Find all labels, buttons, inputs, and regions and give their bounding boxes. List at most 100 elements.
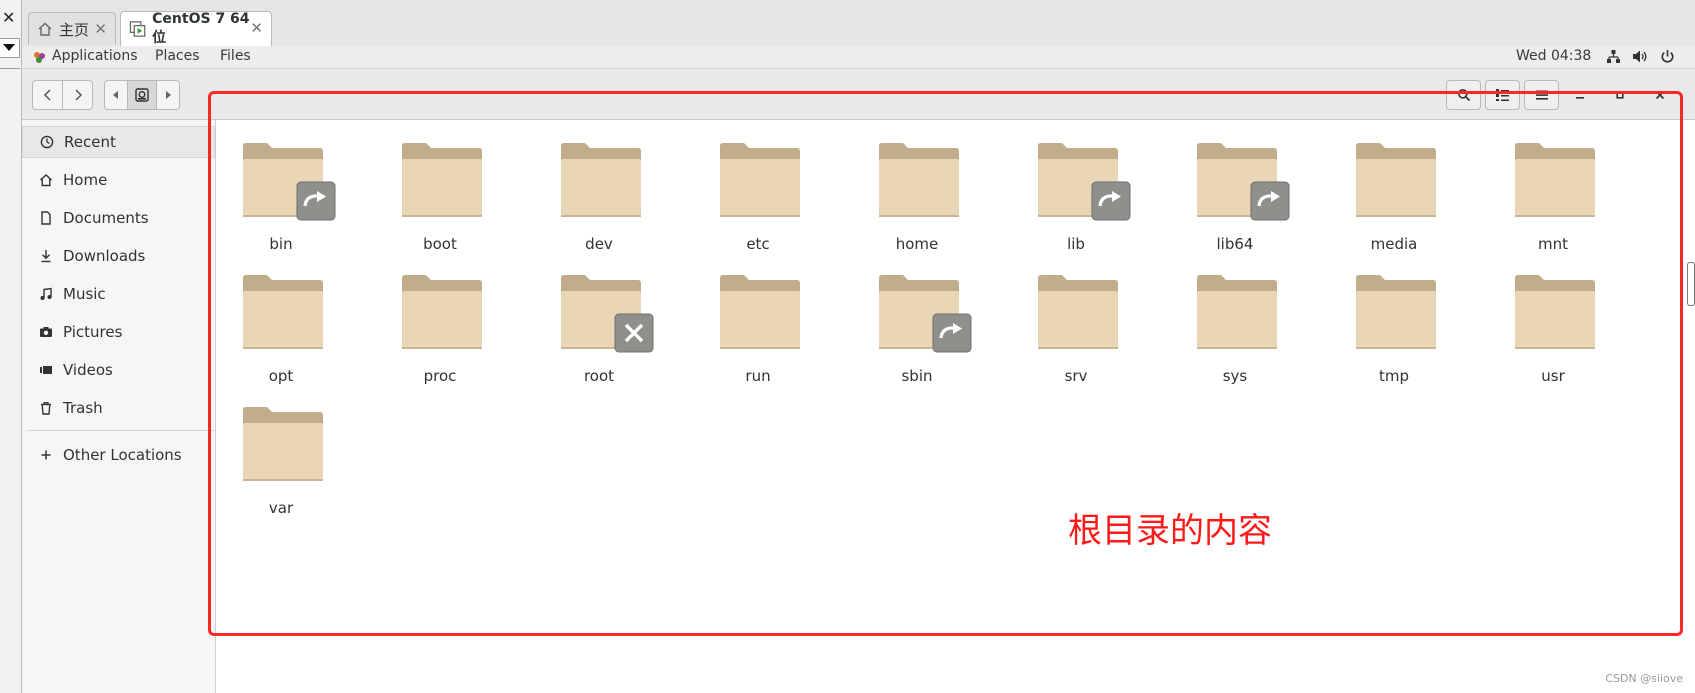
sidebar-item-documents[interactable]: Documents: [22, 202, 215, 234]
document-icon: [38, 210, 54, 226]
close-icon[interactable]: ✕: [250, 19, 263, 37]
folder-item[interactable]: opt: [216, 270, 346, 385]
file-grid: bin boot dev etc home lib lib64 media mnt opt proc…: [216, 120, 1695, 693]
vm-icon: [129, 21, 146, 37]
folder-item[interactable]: lib: [1011, 138, 1141, 253]
view-toggle-button[interactable]: [1485, 80, 1520, 110]
folder-item[interactable]: var: [216, 402, 346, 517]
search-button[interactable]: [1446, 80, 1481, 110]
folder-item[interactable]: sys: [1170, 270, 1300, 385]
close-button[interactable]: [1648, 84, 1672, 106]
tab-home[interactable]: 主页 ✕: [28, 12, 116, 45]
sidebar-item-label: Recent: [64, 133, 116, 151]
folder-name: root: [583, 367, 615, 385]
folder-icon: [561, 143, 641, 217]
power-icon[interactable]: [1660, 49, 1675, 64]
folder-item[interactable]: dev: [534, 138, 664, 253]
forward-button[interactable]: [62, 80, 93, 110]
folder-item[interactable]: etc: [693, 138, 823, 253]
menu-button[interactable]: [1524, 80, 1559, 110]
sidebar-item-label: Documents: [63, 209, 149, 227]
sidebar: Recent Home Documents Downloads Music Pi…: [22, 120, 216, 693]
folder-name: media: [1370, 235, 1418, 253]
sidebar-divider: [27, 430, 215, 431]
folder-name: lib64: [1216, 235, 1254, 253]
folder-item[interactable]: boot: [375, 138, 505, 253]
folder-item[interactable]: root: [534, 270, 664, 385]
path-scroll-left-button[interactable]: [104, 80, 128, 110]
folder-name: proc: [423, 367, 457, 385]
folder-name: bin: [269, 235, 293, 253]
symlink-emblem-icon: [296, 181, 336, 221]
folder-item[interactable]: usr: [1488, 270, 1618, 385]
tab-label: CentOS 7 64 位: [152, 11, 250, 46]
back-button[interactable]: [32, 80, 63, 110]
sidebar-item-recent[interactable]: Recent: [22, 126, 215, 158]
scrollbar[interactable]: [1687, 262, 1695, 306]
folder-icon: [1038, 275, 1118, 349]
network-icon[interactable]: [1606, 49, 1621, 64]
nautilus-headerbar: [22, 69, 1695, 120]
folder-name: home: [895, 235, 939, 253]
folder-item[interactable]: proc: [375, 270, 505, 385]
folder-item[interactable]: lib64: [1170, 138, 1300, 253]
folder-item[interactable]: srv: [1011, 270, 1141, 385]
clock-icon: [39, 134, 55, 150]
places-menu[interactable]: Places: [155, 48, 200, 64]
sidebar-item-pictures[interactable]: Pictures: [22, 316, 215, 348]
sidebar-item-other-locations[interactable]: Other Locations: [22, 439, 215, 471]
clock[interactable]: Wed 04:38: [1516, 48, 1591, 64]
folder-icon: [720, 275, 800, 349]
folder-item[interactable]: tmp: [1329, 270, 1459, 385]
sidebar-item-label: Downloads: [63, 247, 146, 265]
symlink-emblem-icon: [1091, 181, 1131, 221]
search-icon: [1457, 89, 1470, 102]
folder-name: mnt: [1538, 235, 1568, 253]
sidebar-item-trash[interactable]: Trash: [22, 392, 215, 424]
sidebar-item-home[interactable]: Home: [22, 164, 215, 196]
sidebar-item-videos[interactable]: Videos: [22, 354, 215, 386]
sidebar-item-music[interactable]: Music: [22, 278, 215, 310]
host-dropdown[interactable]: [0, 38, 20, 58]
folder-icon: [243, 275, 323, 349]
music-icon: [38, 286, 54, 302]
vm-tab-bar: 主页 ✕ CentOS 7 64 位 ✕: [22, 0, 1695, 47]
applications-menu[interactable]: Applications: [52, 48, 138, 64]
files-menu[interactable]: Files: [220, 48, 251, 64]
top-panel: Applications Places Files Wed 04:38: [22, 46, 1695, 69]
folder-icon: [243, 407, 323, 481]
folder-name: opt: [268, 367, 294, 385]
folder-icon: [1515, 143, 1595, 217]
list-view-icon: [1496, 89, 1509, 101]
path-root-button[interactable]: [127, 80, 157, 110]
video-icon: [38, 362, 54, 378]
folder-name: boot: [423, 235, 457, 253]
folder-item[interactable]: run: [693, 270, 823, 385]
download-icon: [38, 248, 54, 264]
folder-icon: [1356, 143, 1436, 217]
annotation-text: 根目录的内容: [1068, 511, 1272, 551]
sidebar-item-downloads[interactable]: Downloads: [22, 240, 215, 272]
chevron-left-icon: [43, 89, 51, 101]
tab-centos[interactable]: CentOS 7 64 位 ✕: [120, 11, 272, 46]
folder-item[interactable]: mnt: [1488, 138, 1618, 253]
folder-name: sbin: [901, 367, 933, 385]
watermark: CSDN @siiove: [1605, 672, 1683, 685]
path-scroll-right-button[interactable]: [156, 80, 180, 110]
folder-item[interactable]: bin: [216, 138, 346, 253]
folder-name: sys: [1222, 367, 1248, 385]
host-close-icon[interactable]: ✕: [2, 8, 15, 27]
folder-item[interactable]: home: [852, 138, 982, 253]
applications-icon: [34, 52, 45, 63]
volume-icon[interactable]: [1632, 49, 1648, 64]
folder-icon: [1515, 275, 1595, 349]
folder-icon: [1197, 275, 1277, 349]
folder-item[interactable]: media: [1329, 138, 1459, 253]
minimize-button[interactable]: [1568, 84, 1592, 106]
folder-name: srv: [1064, 367, 1088, 385]
folder-item[interactable]: sbin: [852, 270, 982, 385]
folder-name: lib: [1067, 235, 1085, 253]
maximize-button[interactable]: [1608, 84, 1632, 106]
close-icon[interactable]: ✕: [94, 20, 107, 38]
folder-icon: [720, 143, 800, 217]
